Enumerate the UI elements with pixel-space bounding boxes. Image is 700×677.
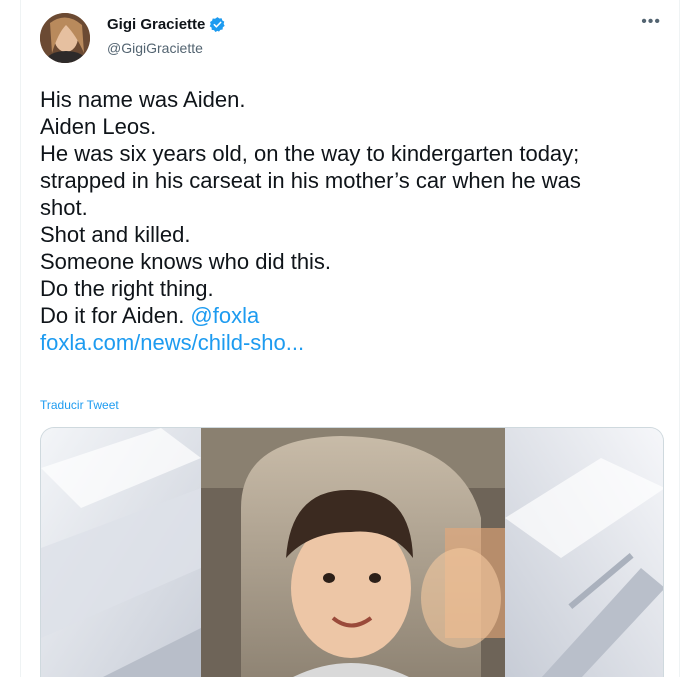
tweet-line: Someone knows who did this.: [40, 249, 332, 274]
tweet-line: His name was Aiden.: [40, 87, 246, 112]
author-avatar[interactable]: [40, 13, 90, 63]
translate-tweet-link[interactable]: Traducir Tweet: [40, 398, 119, 412]
author-name-row[interactable]: Gigi Graciette: [107, 16, 226, 33]
url-link[interactable]: foxla.com/news/child-sho...: [40, 329, 670, 356]
tweet-card[interactable]: Gigi Graciette @GigiGraciette ••• His na…: [20, 0, 680, 677]
tweet-line-text: Do it for Aiden.: [40, 303, 191, 328]
verified-badge-icon: [209, 16, 226, 33]
tweet-line: Shot and killed.: [40, 222, 191, 247]
author-handle[interactable]: @GigiGraciette: [107, 40, 203, 56]
tweet-media-image[interactable]: [40, 427, 664, 677]
tweet-line: Aiden Leos.: [40, 114, 157, 139]
tweet-line-last: Do it for Aiden. @foxla: [40, 302, 670, 329]
tweet-text: His name was Aiden. Aiden Leos. He was s…: [40, 86, 670, 356]
tweet-line: He was six years old, on the way to kind…: [40, 141, 580, 166]
tweet-line: shot.: [40, 195, 88, 220]
mention-link[interactable]: @foxla: [190, 303, 259, 328]
tweet-line: strapped in his carseat in his mother’s …: [40, 168, 581, 193]
author-display-name[interactable]: Gigi Graciette: [107, 16, 205, 33]
more-horizontal-icon[interactable]: •••: [641, 14, 661, 30]
tweet-line: Do the right thing.: [40, 276, 214, 301]
